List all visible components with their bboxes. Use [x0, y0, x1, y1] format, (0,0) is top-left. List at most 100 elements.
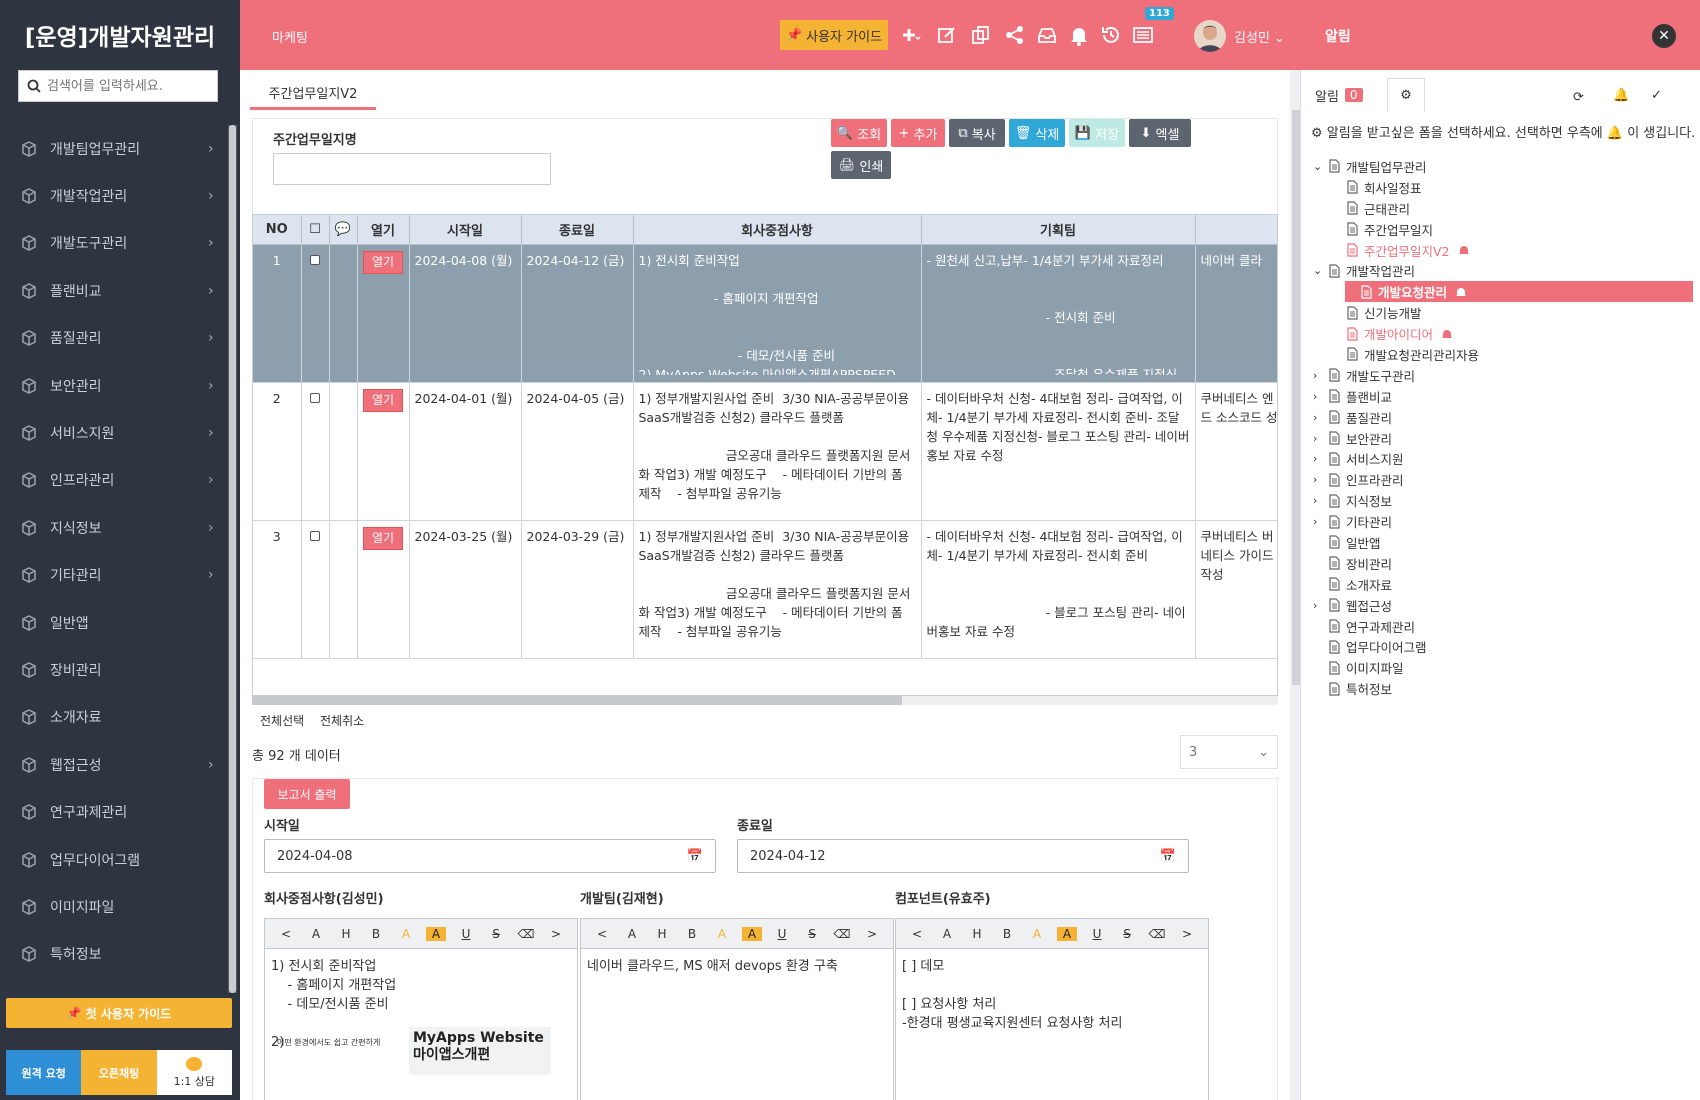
- tree-node[interactable]: › 지식정보: [1313, 490, 1693, 511]
- sidebar-item[interactable]: 연구과제관리: [0, 788, 228, 835]
- add-dropdown-icon[interactable]: [900, 24, 922, 46]
- sidebar-item[interactable]: 품질관리 ›: [0, 315, 228, 362]
- chevron-right-icon[interactable]: ›: [1313, 515, 1327, 528]
- edit-icon[interactable]: [936, 24, 958, 46]
- tab-alarm[interactable]: 알림 0: [1315, 80, 1363, 110]
- sidebar-item[interactable]: 장비관리: [0, 646, 228, 693]
- tree-node[interactable]: › 기타관리: [1313, 511, 1693, 532]
- tree-node[interactable]: ⌄ 개발팀업무관리: [1313, 156, 1693, 177]
- report-print-button[interactable]: 보고서 출력: [264, 779, 350, 809]
- top-menu-marketing[interactable]: 마케팅: [272, 27, 308, 46]
- calendar-icon[interactable]: 📅: [1160, 849, 1176, 864]
- sidebar-item[interactable]: 기타관리 ›: [0, 552, 228, 599]
- sidebar-item[interactable]: 플랜비교 ›: [0, 267, 228, 314]
- editor-component-body[interactable]: [ ] 데모 [ ] 요청사항 처리 -한경대 평생교육지원센터 요청사항 처리: [896, 949, 1208, 1041]
- end-date-field[interactable]: 2024-04-12 📅: [737, 839, 1189, 873]
- editor-tool-button[interactable]: U: [456, 927, 476, 941]
- refresh-icon[interactable]: ⟳: [1573, 90, 1584, 105]
- chevron-right-icon[interactable]: ›: [1313, 599, 1327, 612]
- tree-node[interactable]: 회사일정표: [1313, 177, 1693, 198]
- bell-icon[interactable]: [1068, 24, 1090, 46]
- sidebar-item[interactable]: 특허정보: [0, 931, 228, 978]
- editor-tool-button[interactable]: ⌫: [832, 927, 852, 941]
- bell-icon[interactable]: [1458, 244, 1470, 256]
- editor-tool-button[interactable]: B: [682, 927, 702, 941]
- editor-tool-button[interactable]: U: [772, 927, 792, 941]
- history-icon[interactable]: [1100, 24, 1122, 46]
- editor-tool-button[interactable]: S: [486, 927, 506, 941]
- editor-company[interactable]: < A H B A A U S ⌫ > 1) 전시회 준비작업 - 홈페이지 개편작업 - 데모/…: [264, 918, 578, 1100]
- grid-header-cell[interactable]: 종료일: [521, 215, 634, 245]
- tree-node[interactable]: 주간업무일지V2: [1313, 240, 1693, 261]
- bell-icon[interactable]: [1455, 286, 1467, 298]
- grid-header-cell[interactable]: NO: [253, 215, 302, 245]
- notice-list-icon[interactable]: [1132, 24, 1154, 46]
- chevron-right-icon[interactable]: ›: [1313, 452, 1327, 465]
- close-icon[interactable]: ✕: [1652, 24, 1676, 48]
- tree-node[interactable]: 주간업무일지: [1313, 219, 1693, 240]
- open-button[interactable]: 열기: [362, 526, 404, 550]
- grid-header-cell[interactable]: 회사중점사항: [633, 215, 922, 245]
- page-size-select[interactable]: 3 ⌄: [1180, 735, 1278, 769]
- sidebar-item[interactable]: 개발작업관리 ›: [0, 172, 228, 219]
- print-button[interactable]: 🖨 인쇄: [831, 151, 891, 179]
- editor-tool-button[interactable]: S: [802, 927, 822, 941]
- sidebar-item[interactable]: 보안관리 ›: [0, 362, 228, 409]
- sidebar-item[interactable]: 서비스지원 ›: [0, 409, 228, 456]
- calendar-icon[interactable]: 📅: [687, 849, 703, 864]
- table-row[interactable]: 2 열기 2024-04-01 (월) 2024-04-05 (금) 1) 정부개발지원…: [253, 382, 1277, 521]
- copy-button[interactable]: ⧉ 복사: [949, 119, 1005, 147]
- inbox-icon[interactable]: [1036, 24, 1058, 46]
- consult-button[interactable]: 1:1 상담: [156, 1050, 232, 1095]
- editor-tool-button[interactable]: <: [276, 927, 296, 941]
- editor-tool-button[interactable]: A: [306, 927, 326, 941]
- share-icon[interactable]: [1004, 24, 1026, 46]
- editor-tool-button[interactable]: >: [862, 927, 882, 941]
- editor-tool-button[interactable]: H: [967, 927, 987, 941]
- editor-tool-button[interactable]: A: [937, 927, 957, 941]
- user-guide-button[interactable]: 📌 사용자 가이드: [780, 20, 888, 50]
- deselect-all-link[interactable]: 전체취소: [320, 712, 364, 729]
- sidebar-scrollbar[interactable]: [228, 125, 237, 993]
- sidebar-item[interactable]: 인프라관리 ›: [0, 457, 228, 504]
- chevron-right-icon[interactable]: ›: [1313, 473, 1327, 486]
- editor-tool-button[interactable]: A: [622, 927, 642, 941]
- open-button[interactable]: 열기: [362, 250, 404, 274]
- tree-node[interactable]: 근태관리: [1313, 198, 1693, 219]
- tree-node[interactable]: › 보안관리: [1313, 428, 1693, 449]
- row-checkbox[interactable]: [310, 530, 320, 541]
- grid-header-cell[interactable]: 열기: [357, 215, 410, 245]
- tree-node[interactable]: 장비관리: [1313, 553, 1693, 574]
- editor-tool-button[interactable]: >: [1177, 927, 1197, 941]
- grid-header-cell[interactable]: 시작일: [409, 215, 522, 245]
- sidebar-item[interactable]: 일반앱: [0, 599, 228, 646]
- editor-dev[interactable]: < A H B A A U S ⌫ > 네이버 클라우드, MS 애저 devops 환경 구축: [580, 918, 894, 1100]
- search-button[interactable]: 🔍 조회: [831, 119, 887, 147]
- avatar[interactable]: [1194, 20, 1226, 52]
- sidebar-item[interactable]: 개발팀업무관리 ›: [0, 125, 228, 172]
- sidebar-item[interactable]: 소개자료: [0, 694, 228, 741]
- chevron-down-icon[interactable]: ⌄: [1313, 264, 1327, 277]
- tree-node[interactable]: 개발요청관리관리자용: [1313, 344, 1693, 365]
- tree-node[interactable]: 개발아이디어: [1313, 323, 1693, 344]
- check-icon[interactable]: ✓: [1651, 88, 1662, 103]
- row-checkbox[interactable]: [310, 254, 320, 265]
- tab-settings[interactable]: ⚙: [1387, 78, 1425, 112]
- sidebar-item[interactable]: 웹접근성 ›: [0, 741, 228, 788]
- editor-tool-button[interactable]: B: [366, 927, 386, 941]
- tree-node[interactable]: › 서비스지원: [1313, 448, 1693, 469]
- editor-tool-button[interactable]: A: [396, 927, 416, 941]
- bell-icon[interactable]: [1441, 328, 1453, 340]
- editor-tool-button[interactable]: A: [742, 926, 762, 941]
- table-row[interactable]: 3 열기 2024-03-25 (월) 2024-03-29 (금) 1) 정부개발지원…: [253, 520, 1277, 659]
- remote-request-button[interactable]: 원격 요청: [6, 1050, 82, 1095]
- editor-tool-button[interactable]: A: [426, 926, 446, 941]
- editor-tool-button[interactable]: ⌫: [1147, 927, 1167, 941]
- tree-node[interactable]: ⌄ 개발작업관리: [1313, 260, 1693, 281]
- grid-header-cell[interactable]: 💬: [329, 215, 358, 245]
- tree-node[interactable]: › 웹접근성: [1313, 595, 1693, 616]
- editor-tool-button[interactable]: B: [997, 927, 1017, 941]
- tree-node[interactable]: 개발요청관리: [1345, 281, 1693, 303]
- chevron-right-icon[interactable]: ›: [1313, 494, 1327, 507]
- editor-component[interactable]: < A H B A A U S ⌫ > [ ] 데모 [ ] 요청사항 처리 -한경대 평생교육지…: [895, 918, 1209, 1100]
